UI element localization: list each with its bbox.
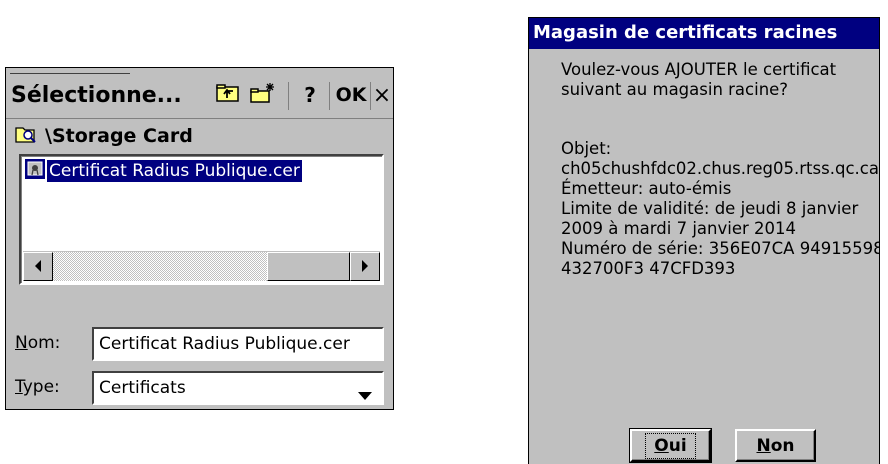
new-folder-button[interactable] [246, 80, 280, 110]
name-label-accelerator: N [15, 333, 28, 353]
type-label: Type: [15, 377, 60, 397]
detail-line: ch05chushfdc02.chus.reg05.rtss.qc.ca [561, 159, 879, 178]
certificate-store-dialog: Magasin de certificats racines Voulez-vo… [528, 17, 880, 464]
close-button[interactable]: × [372, 80, 392, 110]
certificate-details: Objet: ch05chushfdc02.chus.reg05.rtss.qc… [561, 139, 880, 279]
toolbar-separator [329, 82, 330, 110]
scroll-left-icon [34, 257, 42, 276]
yes-button[interactable]: Oui [629, 428, 712, 463]
help-button[interactable]: ? [296, 80, 324, 110]
file-select-dialog: Sélectionne... ? OK × \Storage Card Cert… [5, 67, 394, 410]
yes-accelerator: O [654, 435, 669, 456]
no-button[interactable]: Non [735, 429, 816, 462]
message-line: Voulez-vous AJOUTER le certificat [561, 60, 837, 79]
file-name: Certificat Radius Publique.cer [47, 160, 302, 182]
list-item[interactable]: Certificat Radius Publique.cer [25, 159, 302, 183]
yes-button-label: Oui [645, 432, 696, 459]
ok-button-label: OK [335, 84, 367, 106]
ok-button[interactable]: OK [334, 80, 368, 110]
scroll-thumb[interactable] [267, 252, 350, 281]
help-button-label: ? [304, 83, 316, 107]
dialog-title: Magasin de certificats racines [533, 22, 838, 43]
dialog-title: Sélectionne... [11, 83, 182, 108]
scroll-right-icon [361, 257, 369, 276]
new-folder-icon [250, 82, 276, 109]
toolbar-separator [288, 82, 289, 110]
detail-line: Limite de validité: de jeudi 8 janvier [561, 199, 859, 218]
close-icon: × [372, 82, 392, 108]
path-text: \Storage Card [45, 125, 193, 147]
current-path: \Storage Card [15, 124, 193, 148]
detail-line: 2009 à mardi 7 janvier 2014 [561, 219, 796, 238]
name-input[interactable]: Certificat Radius Publique.cer [92, 327, 384, 361]
name-label-text: om: [27, 333, 61, 353]
no-accelerator: N [756, 435, 771, 456]
up-folder-button[interactable] [211, 80, 245, 110]
message-line: suivant au magasin racine? [561, 80, 789, 99]
folder-up-icon [216, 83, 240, 108]
file-list[interactable]: Certificat Radius Publique.cer [19, 154, 384, 285]
yes-text: ui [668, 435, 687, 456]
type-label-text: ype: [22, 377, 60, 397]
dropdown-arrow-icon[interactable] [358, 385, 372, 405]
type-select-value: Certificats [99, 378, 186, 398]
no-button-label: Non [748, 434, 802, 458]
scroll-right-button[interactable] [350, 252, 380, 281]
dialog-titlebar: Magasin de certificats racines [529, 18, 879, 49]
folder-open-icon [15, 124, 37, 148]
detail-line: Numéro de série: 356E07CA 94915598 [561, 239, 880, 258]
dialog-titlebar: Sélectionne... ? OK × [6, 74, 393, 119]
detail-line: Objet: [561, 139, 612, 158]
horizontal-scrollbar[interactable] [23, 251, 380, 281]
no-text: on [770, 435, 795, 456]
scroll-left-button[interactable] [23, 252, 53, 281]
type-label-accelerator: T [15, 377, 23, 397]
name-input-value: Certificat Radius Publique.cer [99, 334, 350, 354]
toolbar-separator [370, 82, 371, 110]
name-label: Nom: [15, 333, 60, 353]
detail-line: 432700F3 47CFD393 [561, 259, 736, 278]
certificate-file-icon [25, 159, 45, 183]
type-select[interactable]: Certificats [92, 371, 384, 405]
confirmation-message: Voulez-vous AJOUTER le certificat suivan… [561, 60, 836, 100]
detail-line: Émetteur: auto-émis [561, 179, 732, 198]
